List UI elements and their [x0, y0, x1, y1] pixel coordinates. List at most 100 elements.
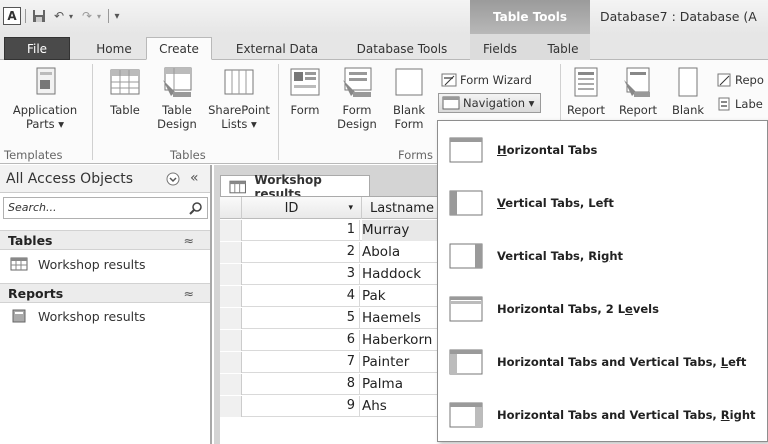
nav-item-workshop-results-table[interactable]: Workshop results	[10, 254, 146, 274]
form-label: Form	[290, 103, 320, 117]
cell-id[interactable]: 3	[242, 264, 360, 285]
cell-id[interactable]: 5	[242, 308, 360, 329]
customize-toolbar-icon[interactable]: ▾	[110, 6, 124, 26]
save-icon[interactable]	[30, 6, 48, 26]
cell-id[interactable]: 2	[242, 242, 360, 263]
row-selector[interactable]	[220, 308, 242, 329]
collapse-pane-icon[interactable]: «	[190, 170, 199, 186]
navigation-menu-item[interactable]: Horizontal Tabs	[439, 123, 767, 176]
horizontal-vertical-tabs-right-icon	[449, 402, 483, 427]
nav-item-label: Workshop results	[38, 308, 146, 324]
navigation-menu-item[interactable]: Vertical Tabs, Left	[439, 176, 767, 229]
redo-dropdown-icon[interactable]: ▾	[94, 6, 104, 26]
row-selector[interactable]	[220, 396, 242, 417]
row-selector[interactable]	[220, 242, 242, 263]
menu-item-label: Vertical Tabs, Left	[497, 195, 614, 210]
cell-id[interactable]: 1	[242, 220, 360, 241]
form-design-icon	[343, 67, 372, 97]
report-wizard-button[interactable]: Repo	[716, 70, 764, 90]
blank-form-button[interactable]: Blank Form	[386, 66, 432, 131]
tab-home[interactable]: Home	[84, 37, 144, 60]
tab-create[interactable]: Create	[146, 37, 212, 60]
form-design-button[interactable]: Form Design	[332, 66, 382, 131]
sharepoint-lists-label-2: Lists ▾	[221, 117, 257, 131]
row-selector[interactable]	[220, 264, 242, 285]
navigation-search-input[interactable]: Search...	[3, 197, 208, 219]
row-selector[interactable]	[220, 286, 242, 307]
cell-id[interactable]: 4	[242, 286, 360, 307]
section-tables[interactable]: Tables ≈	[0, 230, 210, 250]
group-label-tables: Tables	[170, 148, 206, 162]
blank-report-button[interactable]: Blank	[668, 66, 708, 117]
access-logo-icon[interactable]: A	[3, 7, 21, 25]
table-design-label-1: Table	[162, 103, 192, 117]
sharepoint-lists-icon	[224, 69, 254, 95]
application-parts-label-2: Parts ▾	[25, 117, 65, 131]
blank-report-icon	[678, 67, 698, 97]
tab-fields[interactable]: Fields	[474, 37, 526, 60]
document-tab-workshop-results[interactable]: Workshop results	[220, 173, 370, 201]
form-design-label-1: Form	[342, 103, 372, 117]
form-button[interactable]: Form	[282, 66, 328, 117]
form-design-label-2: Design	[337, 117, 377, 131]
column-header-label: Lastname	[370, 200, 434, 216]
labels-button[interactable]: Labe	[716, 94, 763, 114]
column-header-id[interactable]: ID ▾	[242, 197, 362, 219]
vertical-tabs-left-icon	[449, 190, 483, 215]
table-button[interactable]: Table	[100, 66, 150, 117]
sort-dropdown-icon[interactable]: ▾	[348, 203, 353, 213]
form-wizard-label: Form Wizard	[460, 73, 532, 87]
row-selector[interactable]	[220, 374, 242, 395]
report-label: Report	[566, 103, 606, 117]
cell-id[interactable]: 6	[242, 330, 360, 351]
search-icon[interactable]	[189, 201, 203, 215]
application-parts-icon	[36, 67, 56, 95]
horizontal-tabs-icon	[449, 137, 483, 162]
horizontal-vertical-tabs-left-icon	[449, 349, 483, 374]
tab-file[interactable]: File	[4, 37, 70, 60]
navigation-icon	[442, 96, 460, 110]
chevron-down-circle-icon[interactable]	[166, 172, 180, 186]
form-wizard-button[interactable]: Form Wizard	[441, 70, 532, 90]
section-reports[interactable]: Reports ≈	[0, 283, 210, 303]
navigation-menu-item[interactable]: Horizontal Tabs and Vertical Tabs, Left	[439, 335, 767, 388]
application-parts-label-1: Application	[12, 103, 78, 117]
navigation-menu-item[interactable]: Horizontal Tabs, 2 Levels	[439, 282, 767, 335]
collapse-section-icon: ≈	[183, 233, 194, 248]
report-design-label: Report	[618, 103, 658, 117]
navigation-dropdown-button[interactable]: Navigation ▾	[438, 93, 542, 113]
undo-dropdown-icon[interactable]: ▾	[66, 6, 76, 26]
row-selector[interactable]	[220, 330, 242, 351]
sharepoint-lists-button[interactable]: SharePoint Lists ▾	[204, 66, 274, 131]
tab-external-data[interactable]: External Data	[222, 37, 332, 60]
nav-item-workshop-results-report[interactable]: Workshop results	[10, 306, 146, 326]
tab-table[interactable]: Table	[538, 37, 588, 60]
select-all-cell[interactable]	[220, 197, 242, 219]
row-selector[interactable]	[220, 220, 242, 241]
tab-database-tools[interactable]: Database Tools	[344, 37, 460, 60]
blank-form-label-2: Form	[394, 117, 424, 131]
report-design-button[interactable]: Report	[618, 66, 658, 117]
blank-form-icon	[395, 68, 423, 96]
vertical-tabs-right-icon	[449, 243, 483, 268]
cell-id[interactable]: 8	[242, 374, 360, 395]
report-button[interactable]: Report	[566, 66, 606, 117]
cell-id[interactable]: 9	[242, 396, 360, 417]
report-object-icon	[12, 309, 26, 323]
row-selector[interactable]	[220, 352, 242, 373]
menu-item-label: Horizontal Tabs, 2 Levels	[497, 301, 659, 316]
group-separator	[92, 64, 93, 160]
cell-id[interactable]: 7	[242, 352, 360, 373]
ribbon-tab-row: File Home Create External Data Database …	[0, 34, 768, 60]
form-icon	[290, 68, 320, 96]
navigation-menu-item[interactable]: Horizontal Tabs and Vertical Tabs, Right	[439, 388, 767, 441]
table-icon	[110, 69, 140, 95]
navigation-pane-header[interactable]: All Access Objects «	[0, 165, 210, 193]
report-icon	[574, 67, 598, 97]
navigation-menu-item[interactable]: Vertical Tabs, Right	[439, 229, 767, 282]
navigation-label: Navigation ▾	[463, 96, 535, 110]
labels-icon	[718, 97, 730, 111]
nav-item-label: Workshop results	[38, 256, 146, 272]
table-design-button[interactable]: Table Design	[152, 66, 202, 131]
application-parts-button[interactable]: Application Parts ▾	[2, 66, 88, 131]
